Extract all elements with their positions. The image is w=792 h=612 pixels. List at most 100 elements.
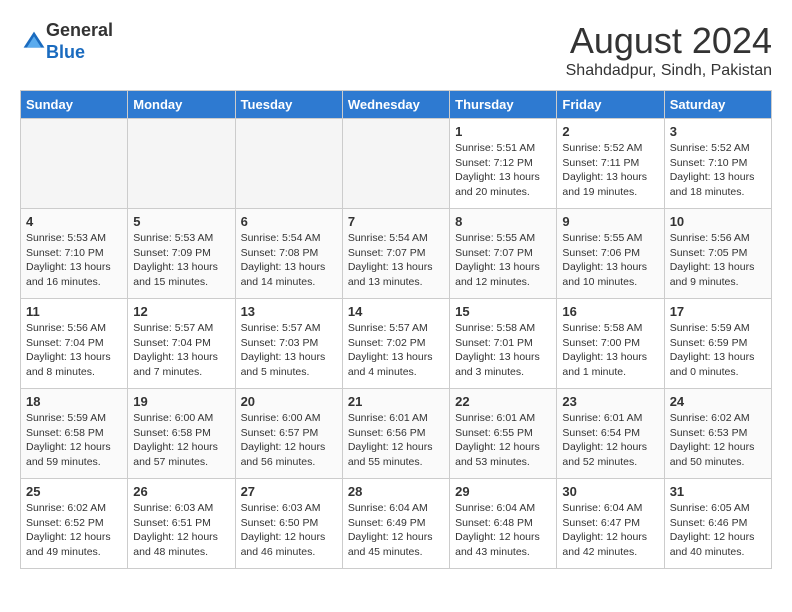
day-number: 10 — [670, 214, 766, 229]
logo-icon — [22, 30, 46, 54]
calendar-table: SundayMondayTuesdayWednesdayThursdayFrid… — [20, 90, 772, 569]
day-cell: 20 Sunrise: 6:00 AM Sunset: 6:57 PM Dayli… — [235, 389, 342, 479]
day-number: 11 — [26, 304, 122, 319]
day-header-friday: Friday — [557, 91, 664, 119]
day-number: 9 — [562, 214, 658, 229]
month-year: August 2024 — [566, 20, 772, 62]
day-info: Sunrise: 6:03 AM Sunset: 6:51 PM Dayligh… — [133, 501, 229, 560]
day-number: 24 — [670, 394, 766, 409]
day-cell: 12 Sunrise: 5:57 AM Sunset: 7:04 PM Dayli… — [128, 299, 235, 389]
day-info: Sunrise: 6:04 AM Sunset: 6:48 PM Dayligh… — [455, 501, 551, 560]
day-info: Sunrise: 6:01 AM Sunset: 6:54 PM Dayligh… — [562, 411, 658, 470]
day-cell — [128, 119, 235, 209]
day-info: Sunrise: 5:54 AM Sunset: 7:07 PM Dayligh… — [348, 231, 444, 290]
day-cell: 3Sunrise: 5:52 AM Sunset: 7:10 PM Daylig… — [664, 119, 771, 209]
day-header-sunday: Sunday — [21, 91, 128, 119]
day-number: 28 — [348, 484, 444, 499]
day-cell: 10Sunrise: 5:56 AM Sunset: 7:05 PM Dayli… — [664, 209, 771, 299]
day-number: 26 — [133, 484, 229, 499]
day-number: 25 — [26, 484, 122, 499]
day-cell: 5Sunrise: 5:53 AM Sunset: 7:09 PM Daylig… — [128, 209, 235, 299]
day-header-thursday: Thursday — [450, 91, 557, 119]
day-cell: 1Sunrise: 5:51 AM Sunset: 7:12 PM Daylig… — [450, 119, 557, 209]
day-number: 20 — [241, 394, 337, 409]
day-number: 12 — [133, 304, 229, 319]
day-cell: 19Sunrise: 6:00 AM Sunset: 6:58 PM Dayli… — [128, 389, 235, 479]
day-header-saturday: Saturday — [664, 91, 771, 119]
day-cell: 29 Sunrise: 6:04 AM Sunset: 6:48 PM Dayli… — [450, 479, 557, 569]
day-cell: 15Sunrise: 5:58 AM Sunset: 7:01 PM Dayli… — [450, 299, 557, 389]
day-info: Sunrise: 6:00 AM Sunset: 6:57 PM Dayligh… — [241, 411, 337, 470]
day-cell — [235, 119, 342, 209]
day-header-tuesday: Tuesday — [235, 91, 342, 119]
day-number: 18 — [26, 394, 122, 409]
day-cell: 18 Sunrise: 5:59 AM Sunset: 6:58 PM Dayli… — [21, 389, 128, 479]
week-row-3: 11 Sunrise: 5:56 AM Sunset: 7:04 PM Dayli… — [21, 299, 772, 389]
logo-general: General — [46, 20, 113, 40]
day-info: Sunrise: 5:52 AM Sunset: 7:11 PM Dayligh… — [562, 141, 658, 200]
day-cell: 2Sunrise: 5:52 AM Sunset: 7:11 PM Daylig… — [557, 119, 664, 209]
day-info: Sunrise: 6:02 AM Sunset: 6:52 PM Dayligh… — [26, 501, 122, 560]
day-number: 30 — [562, 484, 658, 499]
day-number: 31 — [670, 484, 766, 499]
day-cell: 13Sunrise: 5:57 AM Sunset: 7:03 PM Dayli… — [235, 299, 342, 389]
day-info: Sunrise: 5:59 AM Sunset: 6:58 PM Dayligh… — [26, 411, 122, 470]
day-info: Sunrise: 5:54 AM Sunset: 7:08 PM Dayligh… — [241, 231, 337, 290]
day-info: Sunrise: 6:03 AM Sunset: 6:50 PM Dayligh… — [241, 501, 337, 560]
day-info: Sunrise: 5:57 AM Sunset: 7:04 PM Dayligh… — [133, 321, 229, 380]
day-number: 4 — [26, 214, 122, 229]
day-number: 27 — [241, 484, 337, 499]
day-number: 29 — [455, 484, 551, 499]
day-info: Sunrise: 6:01 AM Sunset: 6:55 PM Dayligh… — [455, 411, 551, 470]
day-number: 16 — [562, 304, 658, 319]
week-row-1: 1Sunrise: 5:51 AM Sunset: 7:12 PM Daylig… — [21, 119, 772, 209]
day-cell: 21Sunrise: 6:01 AM Sunset: 6:56 PM Dayli… — [342, 389, 449, 479]
day-info: Sunrise: 6:04 AM Sunset: 6:49 PM Dayligh… — [348, 501, 444, 560]
day-number: 6 — [241, 214, 337, 229]
day-info: Sunrise: 5:58 AM Sunset: 7:00 PM Dayligh… — [562, 321, 658, 380]
day-info: Sunrise: 6:02 AM Sunset: 6:53 PM Dayligh… — [670, 411, 766, 470]
day-info: Sunrise: 6:01 AM Sunset: 6:56 PM Dayligh… — [348, 411, 444, 470]
week-row-4: 18 Sunrise: 5:59 AM Sunset: 6:58 PM Dayli… — [21, 389, 772, 479]
title-block: August 2024 Shahdadpur, Sindh, Pakistan — [566, 20, 772, 80]
day-cell: 11 Sunrise: 5:56 AM Sunset: 7:04 PM Dayli… — [21, 299, 128, 389]
day-header-wednesday: Wednesday — [342, 91, 449, 119]
day-info: Sunrise: 5:56 AM Sunset: 7:04 PM Dayligh… — [26, 321, 122, 380]
day-number: 14 — [348, 304, 444, 319]
day-number: 17 — [670, 304, 766, 319]
week-row-2: 4Sunrise: 5:53 AM Sunset: 7:10 PM Daylig… — [21, 209, 772, 299]
day-cell: 27 Sunrise: 6:03 AM Sunset: 6:50 PM Dayli… — [235, 479, 342, 569]
day-info: Sunrise: 5:52 AM Sunset: 7:10 PM Dayligh… — [670, 141, 766, 200]
day-number: 22 — [455, 394, 551, 409]
day-cell: 14 Sunrise: 5:57 AM Sunset: 7:02 PM Dayli… — [342, 299, 449, 389]
day-cell: 26 Sunrise: 6:03 AM Sunset: 6:51 PM Dayli… — [128, 479, 235, 569]
day-cell — [342, 119, 449, 209]
week-row-5: 25 Sunrise: 6:02 AM Sunset: 6:52 PM Dayli… — [21, 479, 772, 569]
day-cell: 8Sunrise: 5:55 AM Sunset: 7:07 PM Daylig… — [450, 209, 557, 299]
day-cell: 4Sunrise: 5:53 AM Sunset: 7:10 PM Daylig… — [21, 209, 128, 299]
day-cell — [21, 119, 128, 209]
day-info: Sunrise: 5:55 AM Sunset: 7:06 PM Dayligh… — [562, 231, 658, 290]
day-cell: 23 Sunrise: 6:01 AM Sunset: 6:54 PM Dayli… — [557, 389, 664, 479]
day-cell: 17 Sunrise: 5:59 AM Sunset: 6:59 PM Dayli… — [664, 299, 771, 389]
day-cell: 9 Sunrise: 5:55 AM Sunset: 7:06 PM Daylig… — [557, 209, 664, 299]
header-row: SundayMondayTuesdayWednesdayThursdayFrid… — [21, 91, 772, 119]
day-number: 13 — [241, 304, 337, 319]
day-info: Sunrise: 6:05 AM Sunset: 6:46 PM Dayligh… — [670, 501, 766, 560]
day-info: Sunrise: 5:57 AM Sunset: 7:02 PM Dayligh… — [348, 321, 444, 380]
day-number: 7 — [348, 214, 444, 229]
day-cell: 25 Sunrise: 6:02 AM Sunset: 6:52 PM Dayli… — [21, 479, 128, 569]
day-info: Sunrise: 5:55 AM Sunset: 7:07 PM Dayligh… — [455, 231, 551, 290]
day-cell: 24 Sunrise: 6:02 AM Sunset: 6:53 PM Dayli… — [664, 389, 771, 479]
day-number: 19 — [133, 394, 229, 409]
day-cell: 28 Sunrise: 6:04 AM Sunset: 6:49 PM Dayli… — [342, 479, 449, 569]
day-info: Sunrise: 6:04 AM Sunset: 6:47 PM Dayligh… — [562, 501, 658, 560]
day-cell: 22 Sunrise: 6:01 AM Sunset: 6:55 PM Dayli… — [450, 389, 557, 479]
day-info: Sunrise: 5:59 AM Sunset: 6:59 PM Dayligh… — [670, 321, 766, 380]
day-cell: 16 Sunrise: 5:58 AM Sunset: 7:00 PM Dayli… — [557, 299, 664, 389]
day-header-monday: Monday — [128, 91, 235, 119]
day-number: 15 — [455, 304, 551, 319]
day-number: 1 — [455, 124, 551, 139]
day-cell: 7 Sunrise: 5:54 AM Sunset: 7:07 PM Daylig… — [342, 209, 449, 299]
day-number: 23 — [562, 394, 658, 409]
